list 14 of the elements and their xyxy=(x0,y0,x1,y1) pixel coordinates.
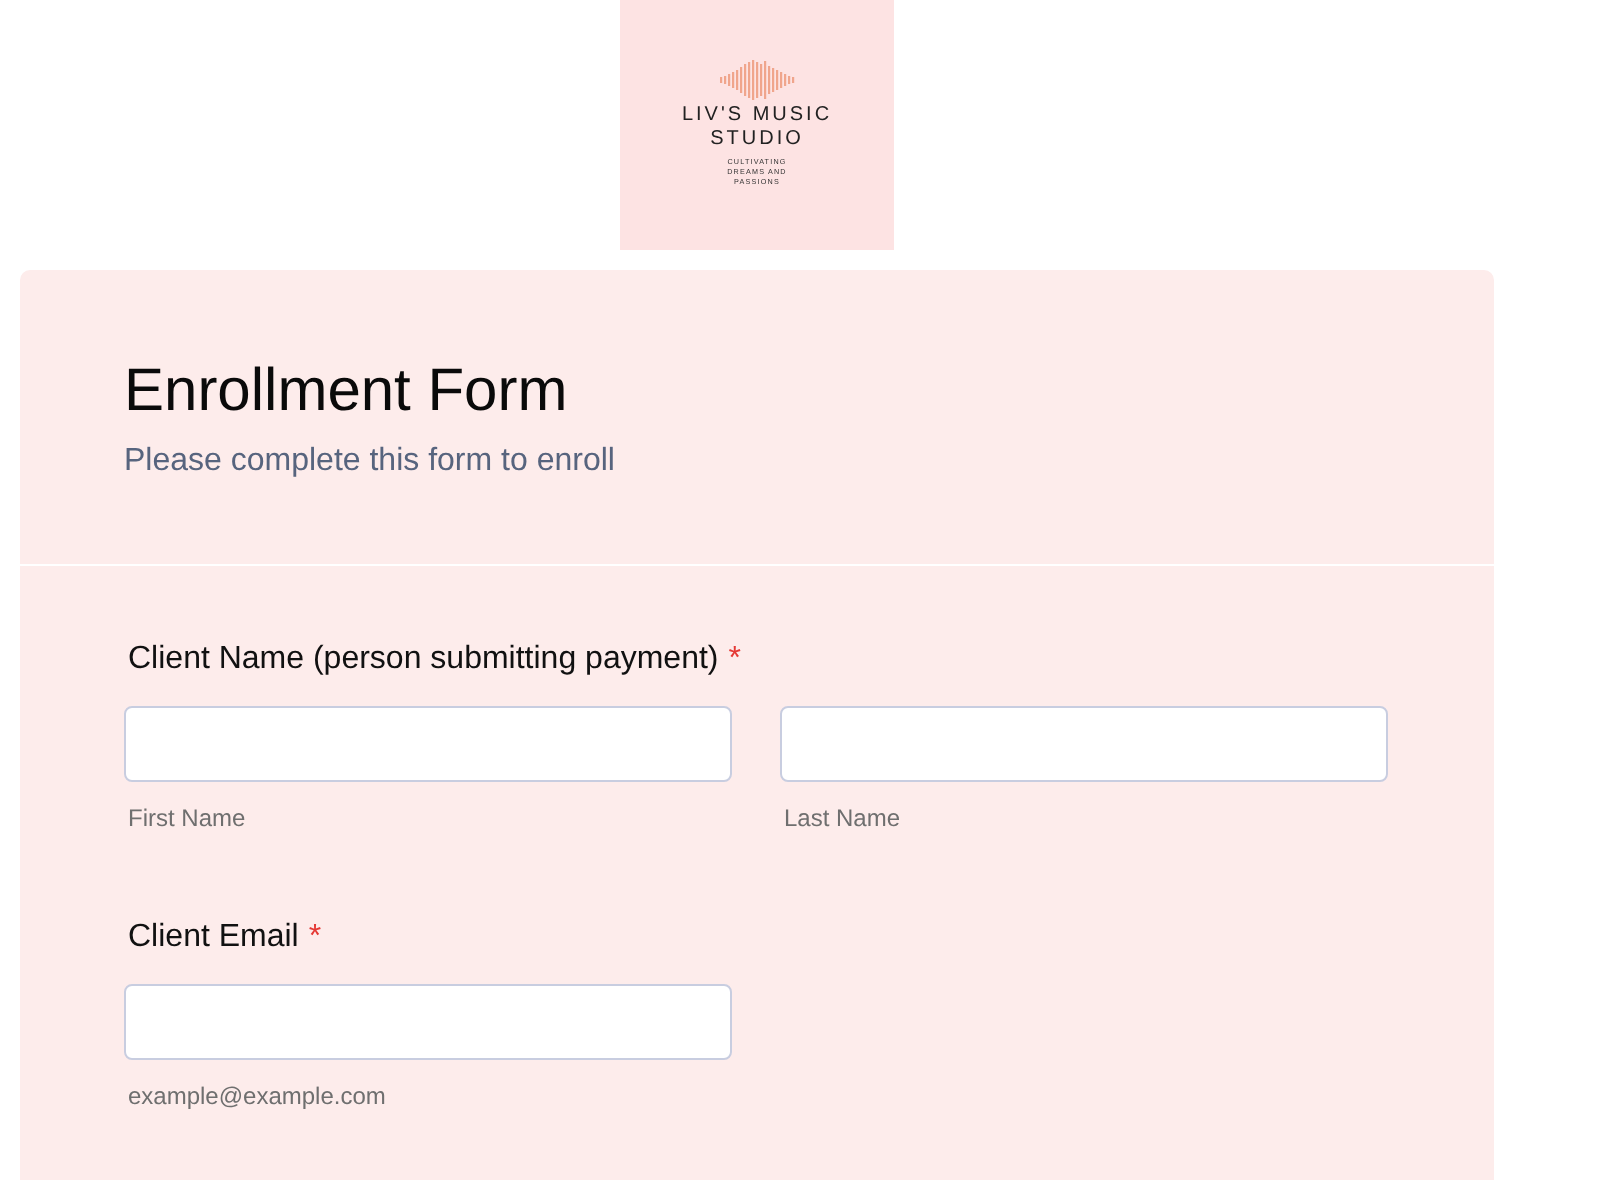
field-label: Client Email xyxy=(128,920,299,956)
input-field[interactable] xyxy=(124,706,732,782)
input-field[interactable] xyxy=(124,984,732,1060)
logo-title: LIV'S MUSIC STUDIO xyxy=(679,104,835,152)
field-sublabel: First Name xyxy=(128,804,248,832)
form-title: Enrollment Form xyxy=(124,358,570,426)
field-sublabel: Last Name xyxy=(784,804,903,832)
field-sublabel: example@example.com xyxy=(128,1082,388,1110)
input-field[interactable] xyxy=(780,706,1388,782)
field-label: Client Name (person submitting payment) xyxy=(128,642,719,678)
form-subtitle: Please complete this form to enroll xyxy=(124,444,617,480)
required-asterisk-icon: * xyxy=(308,920,322,956)
required-asterisk-icon: * xyxy=(728,642,741,678)
sound-wave-icon xyxy=(719,60,795,100)
